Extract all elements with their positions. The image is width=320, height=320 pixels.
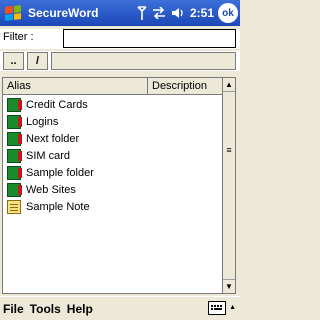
folder-icon [7,114,22,129]
menu-file[interactable]: File [3,302,24,316]
list-item[interactable]: Logins [3,113,223,130]
filter-input[interactable] [63,29,236,48]
filter-row: Filter : [0,29,240,49]
ok-button[interactable]: ok [218,3,238,23]
item-alias: Credit Cards [26,98,88,111]
item-alias: Sample Note [26,200,90,213]
root-folder-button[interactable]: / [27,52,48,70]
item-alias: Sample folder [26,166,94,179]
list-item[interactable]: SIM card [3,147,223,164]
title-bar: SecureWord 2:51 ok [0,0,240,26]
sync-arrows-icon[interactable] [152,7,166,19]
item-alias: SIM card [26,149,71,162]
item-alias: Next folder [26,132,80,145]
menu-tools[interactable]: Tools [30,302,61,316]
nav-row: .. / [0,51,240,71]
list-item[interactable]: Next folder [3,130,223,147]
folder-icon [7,182,22,197]
scroll-thumb[interactable]: ≡ [223,134,235,166]
note-icon [7,199,21,214]
filter-label: Filter : [3,31,34,43]
list-rows: Credit Cards Logins Next folder SIM card… [3,96,223,215]
menu-bar: File Tools Help ▲ [0,296,240,320]
vertical-scrollbar[interactable]: ▲ ≡ ▼ [222,78,235,293]
list-item[interactable]: Credit Cards [3,96,223,113]
menu-help[interactable]: Help [67,302,93,316]
app-title: SecureWord [28,6,99,20]
item-alias: Logins [26,115,59,128]
list-item[interactable]: Sample folder [3,164,223,181]
volume-icon[interactable] [171,7,185,19]
list-item[interactable]: Web Sites [3,181,223,198]
folder-icon [7,148,22,163]
current-path-field [51,52,236,70]
parent-folder-button[interactable]: .. [3,52,24,70]
item-alias: Web Sites [26,183,76,196]
input-menu-arrow-icon[interactable]: ▲ [229,304,236,311]
antenna-icon[interactable] [137,6,147,20]
scroll-down-arrow-icon[interactable]: ▼ [223,279,235,293]
clock[interactable]: 2:51 [190,6,214,20]
list-item[interactable]: Sample Note [3,198,223,215]
scroll-up-arrow-icon[interactable]: ▲ [223,78,235,92]
windows-start-icon[interactable] [2,3,24,23]
column-header-alias[interactable]: Alias [3,78,148,95]
folder-icon [7,97,22,112]
column-header-description[interactable]: Description [148,78,223,95]
list-header: Alias Description [3,78,223,95]
folder-icon [7,131,22,146]
item-list: Alias Description Credit Cards Logins Ne… [2,77,236,294]
folder-icon [7,165,22,180]
keyboard-icon[interactable] [208,301,226,315]
